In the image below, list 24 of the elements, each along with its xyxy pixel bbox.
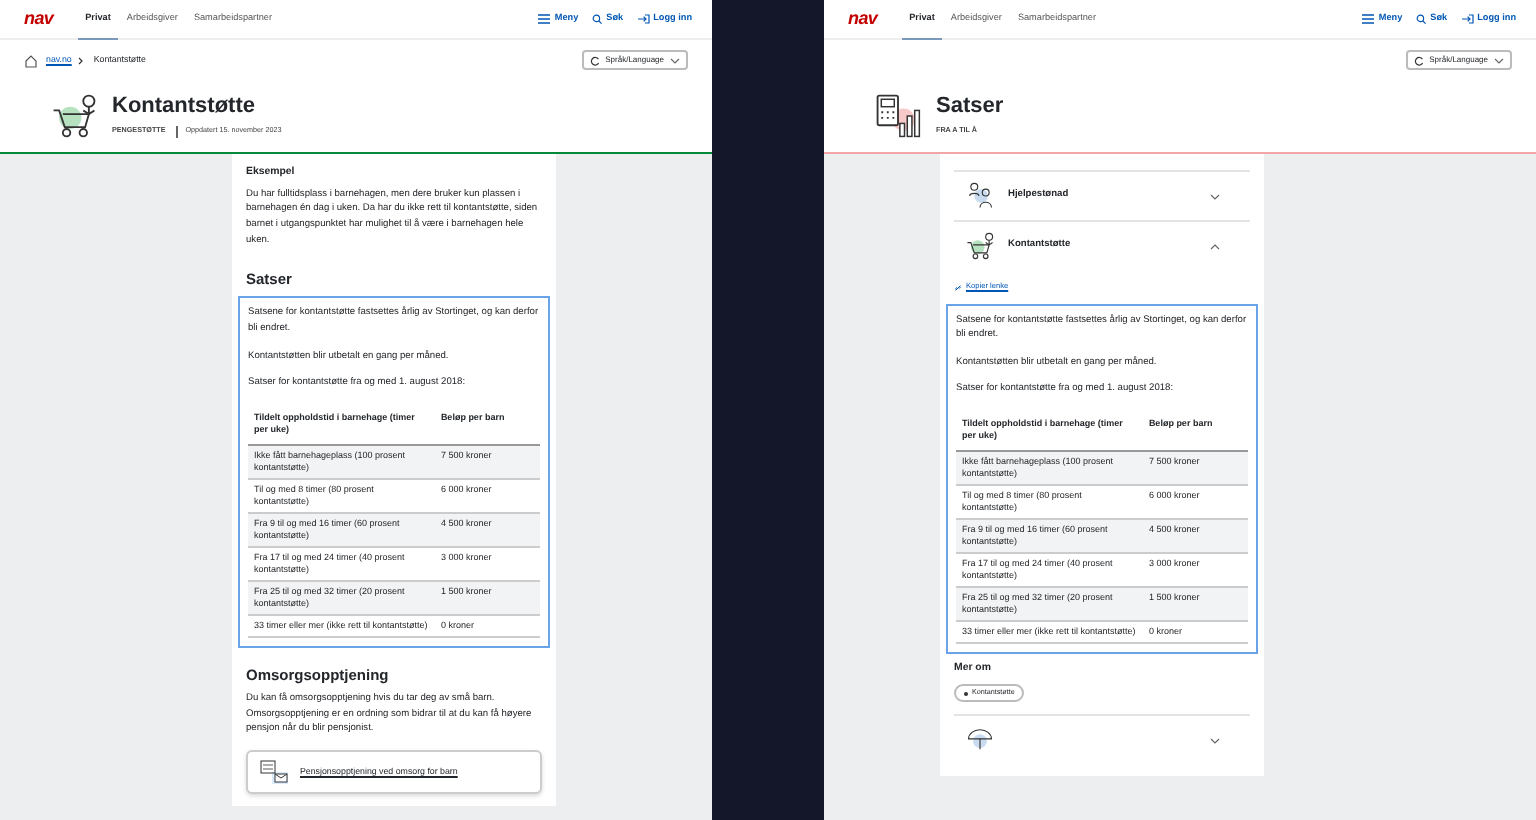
- calculator-chart-icon: [872, 90, 924, 142]
- language-icon: [1413, 55, 1424, 65]
- search-icon: [1416, 13, 1427, 24]
- chevron-down-icon: [1210, 737, 1220, 744]
- login-icon: [1461, 13, 1474, 24]
- page-title: Kontantstøtte: [112, 94, 257, 119]
- search-icon: [592, 13, 603, 24]
- chevron-down-icon: [1210, 193, 1220, 199]
- chevron-right-icon: [75, 55, 86, 65]
- stroller-icon: [48, 90, 100, 142]
- page-title: Satser: [936, 94, 1004, 119]
- home-icon: [24, 53, 38, 67]
- people-icon: [964, 180, 996, 212]
- document-envelope-icon: [260, 759, 288, 784]
- chevron-up-icon: [1210, 243, 1220, 249]
- chevron-down-icon: [1494, 57, 1504, 63]
- language-icon: [589, 55, 600, 65]
- stroller-icon: [964, 230, 996, 262]
- menu-icon: [538, 13, 551, 24]
- menu-icon: [1362, 13, 1375, 24]
- login-icon: [637, 13, 650, 24]
- chevron-down-icon: [670, 57, 680, 63]
- logo[interactable]: nav: [24, 10, 54, 28]
- logo[interactable]: nav: [848, 10, 878, 28]
